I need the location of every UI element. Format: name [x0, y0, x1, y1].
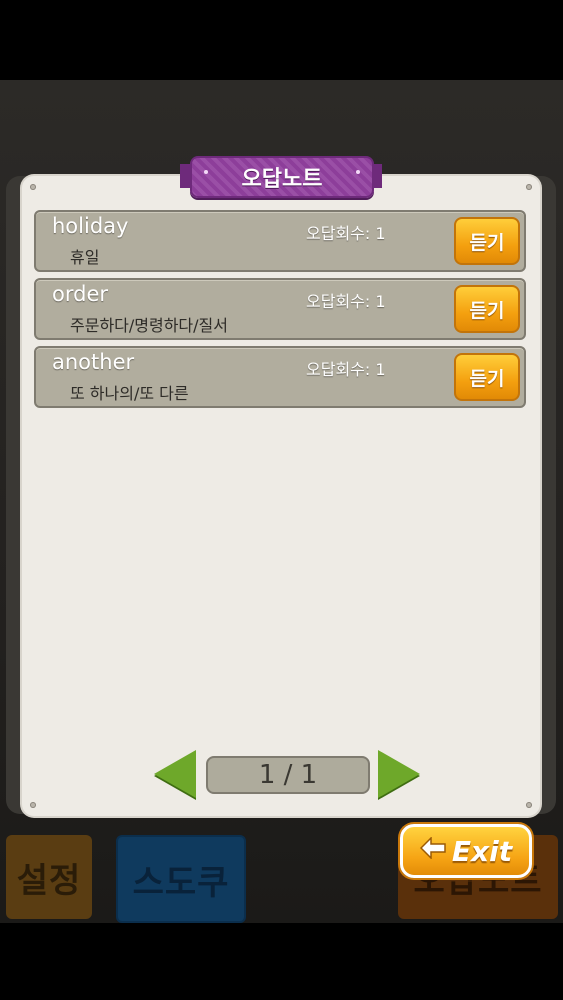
- meaning-text: 휴일: [70, 248, 100, 267]
- list-item: holiday 휴일 오답회수: 1 듣기: [34, 210, 526, 272]
- word-text: holiday: [52, 214, 129, 238]
- sudoku-button[interactable]: 스도쿠: [116, 835, 246, 923]
- screw-icon: [30, 184, 36, 190]
- screw-icon: [526, 802, 532, 808]
- dialog-title: 오답노트: [190, 156, 374, 198]
- list-item: another 또 하나의/또 다른 오답회수: 1 듣기: [34, 346, 526, 408]
- screw-icon: [30, 802, 36, 808]
- listen-button[interactable]: 듣기: [454, 353, 520, 401]
- next-arrow-icon[interactable]: [378, 750, 420, 798]
- wrong-answer-list: holiday 휴일 오답회수: 1 듣기 order 주문하다/명령하다/질서…: [34, 210, 526, 414]
- left-arrow-icon: [419, 836, 446, 866]
- wrong-count: 오답회수: 1: [306, 292, 386, 311]
- word-text: order: [52, 282, 108, 306]
- meaning-text: 주문하다/명령하다/질서: [70, 316, 228, 335]
- meaning-text: 또 하나의/또 다른: [70, 384, 189, 403]
- wrong-count: 오답회수: 1: [306, 360, 386, 379]
- wrong-count: 오답회수: 1: [306, 224, 386, 243]
- list-item: order 주문하다/명령하다/질서 오답회수: 1 듣기: [34, 278, 526, 340]
- exit-label: Exit: [451, 834, 513, 868]
- prev-arrow-icon[interactable]: [154, 750, 196, 798]
- page-indicator: 1 / 1: [206, 756, 370, 794]
- listen-button[interactable]: 듣기: [454, 217, 520, 265]
- exit-button[interactable]: Exit: [400, 824, 532, 878]
- settings-button[interactable]: 설정: [6, 835, 92, 919]
- word-text: another: [52, 350, 135, 374]
- screw-icon: [526, 184, 532, 190]
- listen-button[interactable]: 듣기: [454, 285, 520, 333]
